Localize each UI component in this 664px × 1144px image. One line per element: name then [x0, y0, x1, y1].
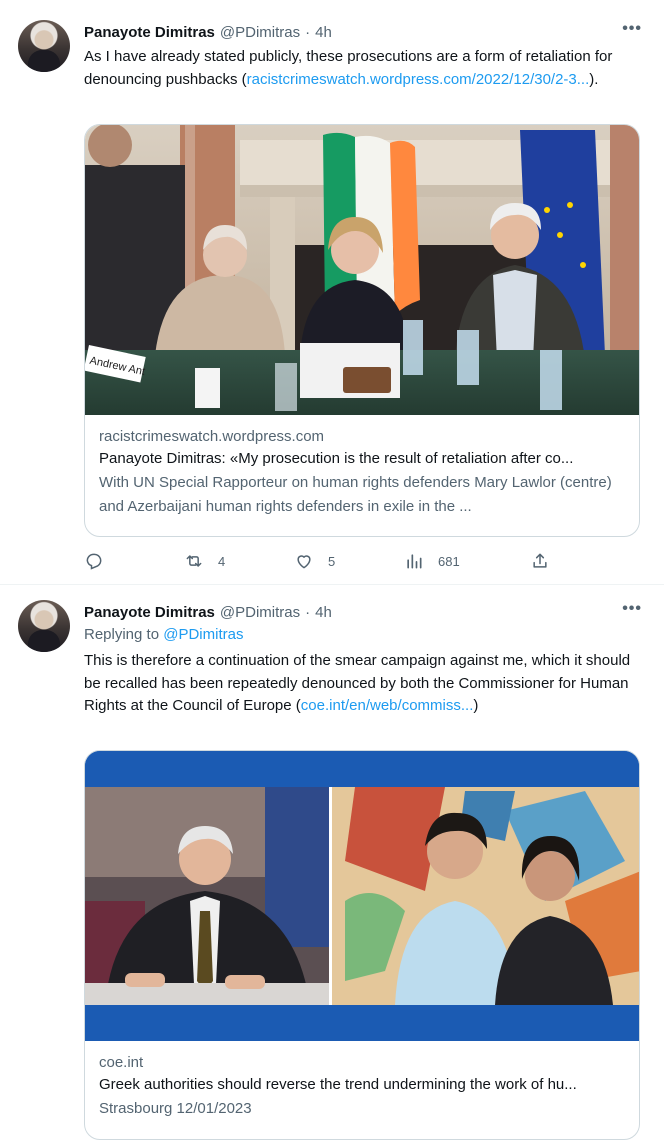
card-domain: coe.int	[99, 1054, 144, 1071]
replying-to-label: Replying to	[84, 626, 160, 643]
author-handle[interactable]: @PDimitras	[220, 24, 300, 41]
card-description: With UN Special Rapporteur on human righ…	[99, 474, 612, 515]
author-name[interactable]: Panayote Dimitras	[84, 604, 215, 621]
author-name[interactable]: Panayote Dimitras	[84, 24, 215, 41]
tweet[interactable]: Panayote Dimitras @PDimitras · 4h ••• Re…	[0, 586, 664, 1144]
like-button[interactable]: 5	[294, 551, 335, 571]
tweet-time[interactable]: 4h	[315, 24, 332, 41]
card-title: Greek authorities should reverse the tre…	[99, 1076, 577, 1093]
more-icon[interactable]: •••	[622, 600, 642, 618]
card-title: Panayote Dimitras: «My prosecution is th…	[99, 450, 574, 467]
tweet[interactable]: Panayote Dimitras @PDimitras · 4h ••• As…	[0, 0, 664, 585]
card-info: coe.int Greek authorities should reverse…	[85, 1041, 639, 1133]
views-button[interactable]: 681	[404, 551, 460, 571]
replying-to: Replying to @PDimitras	[84, 626, 243, 643]
avatar[interactable]	[18, 20, 70, 72]
link-card[interactable]: Andrew Ant racistcrimeswatch.wordpress.c…	[84, 124, 640, 537]
retweet-icon	[186, 555, 202, 567]
more-icon[interactable]: •••	[622, 20, 642, 38]
card-image[interactable]: Andrew Ant	[85, 125, 639, 415]
views-icon	[407, 554, 422, 569]
conference-photo: Andrew Ant	[85, 125, 639, 415]
card-info: racistcrimeswatch.wordpress.com Panayote…	[85, 415, 639, 531]
tweet-time[interactable]: 4h	[315, 604, 332, 621]
tweet-header: Panayote Dimitras @PDimitras · 4h	[84, 22, 332, 42]
retweet-button[interactable]: 4	[184, 551, 225, 571]
views-count: 681	[438, 553, 460, 569]
tweet-actions: 4 5 681	[84, 548, 554, 574]
replying-to-handle[interactable]: @PDimitras	[163, 626, 243, 643]
tweet-header: Panayote Dimitras @PDimitras · 4h	[84, 602, 332, 622]
tweet-text: As I have already stated publicly, these…	[84, 46, 644, 91]
like-count: 5	[328, 553, 336, 569]
like-icon	[297, 555, 311, 569]
card-image[interactable]	[85, 751, 639, 1041]
card-domain: racistcrimeswatch.wordpress.com	[99, 428, 325, 445]
avatar[interactable]	[18, 600, 70, 652]
commissioner-photo	[85, 751, 639, 1041]
retweet-count: 4	[218, 553, 226, 569]
tweet-link[interactable]: coe.int/en/web/commiss...	[301, 697, 474, 714]
tweet-text-after: )	[473, 697, 479, 714]
share-button[interactable]	[530, 551, 550, 571]
link-card[interactable]: coe.int Greek authorities should reverse…	[84, 750, 640, 1140]
separator-dot: ·	[305, 23, 311, 41]
reply-icon	[86, 553, 102, 570]
share-icon	[533, 553, 547, 568]
tweet-link[interactable]: racistcrimeswatch.wordpress.com/2022/12/…	[247, 71, 590, 88]
separator-dot: ·	[305, 603, 311, 621]
tweet-text-after: ).	[589, 70, 599, 88]
card-description: Strasbourg 12/01/2023	[99, 1100, 252, 1117]
reply-button[interactable]	[84, 551, 118, 571]
tweet-text: This is therefore a continuation of the …	[84, 650, 644, 718]
author-handle[interactable]: @PDimitras	[220, 604, 300, 621]
